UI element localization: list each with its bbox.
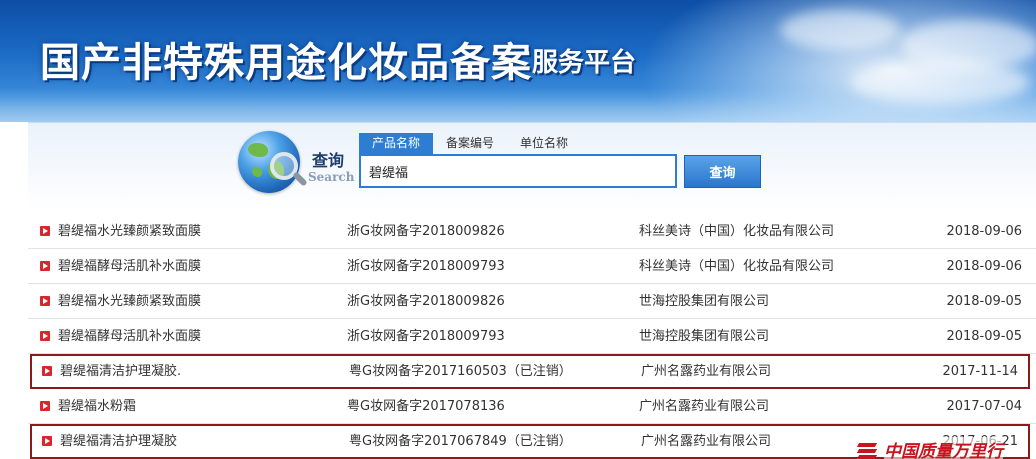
arrow-bullet-icon [42, 436, 52, 446]
company-name: 广州名露药业有限公司 [639, 399, 770, 414]
product-name[interactable]: 碧缇福水粉霜 [58, 389, 136, 424]
result-row[interactable]: 碧缇福酵母活肌补水面膜 浙G妆网备字2018009793 世海控股集团有限公司 … [28, 319, 1036, 354]
product-name[interactable]: 碧缇福水光臻颜紧致面膜 [58, 214, 201, 249]
tab-product-name[interactable]: 产品名称 [359, 133, 434, 154]
registration-number: 浙G妆网备字2018009826 [347, 224, 505, 239]
product-name[interactable]: 碧缇福清洁护理凝胶 [60, 426, 177, 457]
arrow-bullet-icon [40, 261, 50, 271]
company-name: 科丝美诗（中国）化妆品有限公司 [639, 259, 835, 274]
arrow-bullet-icon [40, 401, 50, 411]
registration-number: 粤G妆网备字2017160503（已注销） [349, 364, 572, 379]
company-name: 世海控股集团有限公司 [639, 294, 770, 309]
registration-number: 浙G妆网备字2018009793 [347, 259, 505, 274]
result-row-highlighted[interactable]: 碧缇福清洁护理凝胶. 粤G妆网备字2017160503（已注销） 广州名露药业有… [30, 354, 1030, 389]
watermark: 中国质量万里行 [856, 437, 1003, 459]
tab-company-name[interactable]: 单位名称 [507, 133, 581, 154]
banner-cloud [780, 10, 900, 50]
result-row[interactable]: 碧缇福水粉霜 粤G妆网备字2017078136 广州名露药业有限公司 2017-… [28, 389, 1036, 424]
company-name: 世海控股集团有限公司 [639, 329, 770, 344]
registration-number: 浙G妆网备字2018009826 [347, 294, 505, 309]
company-name: 广州名露药业有限公司 [641, 364, 772, 379]
search-input[interactable] [359, 154, 677, 188]
record-date: 2018-09-06 [946, 259, 1022, 274]
banner-haze [0, 88, 1036, 122]
site-title: 国产非特殊用途化妆品备案 [40, 39, 532, 86]
company-name: 广州名露药业有限公司 [641, 434, 772, 449]
record-date: 2018-09-06 [946, 224, 1022, 239]
search-button[interactable]: 查询 [684, 155, 761, 188]
site-subtitle: 服务平台 [532, 48, 637, 78]
result-row[interactable]: 碧缇福水光臻颜紧致面膜 浙G妆网备字2018009826 世海控股集团有限公司 … [28, 284, 1036, 319]
watermark-logo-icon [856, 441, 880, 459]
record-date: 2017-07-04 [946, 399, 1022, 414]
registration-number: 粤G妆网备字2017067849（已注销） [349, 434, 572, 449]
search-label-english: Search [308, 170, 355, 184]
product-name[interactable]: 碧缇福酵母活肌补水面膜 [58, 319, 201, 354]
product-name[interactable]: 碧缇福清洁护理凝胶. [60, 356, 181, 387]
tab-registration-number[interactable]: 备案编号 [433, 133, 507, 154]
arrow-bullet-icon [40, 331, 50, 341]
record-date: 2018-09-05 [946, 294, 1022, 309]
search-label: 查询 [312, 151, 345, 170]
company-name: 科丝美诗（中国）化妆品有限公司 [639, 224, 835, 239]
registration-number: 浙G妆网备字2018009793 [347, 329, 505, 344]
registration-number: 粤G妆网备字2017078136 [347, 399, 505, 414]
record-date: 2018-09-05 [946, 329, 1022, 344]
record-date: 2017-11-14 [942, 364, 1018, 379]
arrow-bullet-icon [40, 226, 50, 236]
result-row[interactable]: 碧缇福酵母活肌补水面膜 浙G妆网备字2018009793 科丝美诗（中国）化妆品… [28, 249, 1036, 284]
watermark-text: 中国质量万里行 [884, 437, 1003, 459]
header-banner: 国产非特殊用途化妆品备案 服务平台 [0, 0, 1036, 122]
search-type-tabs: 产品名称 备案编号 单位名称 [359, 133, 581, 154]
arrow-bullet-icon [42, 366, 52, 376]
product-name[interactable]: 碧缇福水光臻颜紧致面膜 [58, 284, 201, 319]
result-row[interactable]: 碧缇福水光臻颜紧致面膜 浙G妆网备字2018009826 科丝美诗（中国）化妆品… [28, 214, 1036, 249]
arrow-bullet-icon [40, 296, 50, 306]
product-name[interactable]: 碧缇福酵母活肌补水面膜 [58, 249, 201, 284]
